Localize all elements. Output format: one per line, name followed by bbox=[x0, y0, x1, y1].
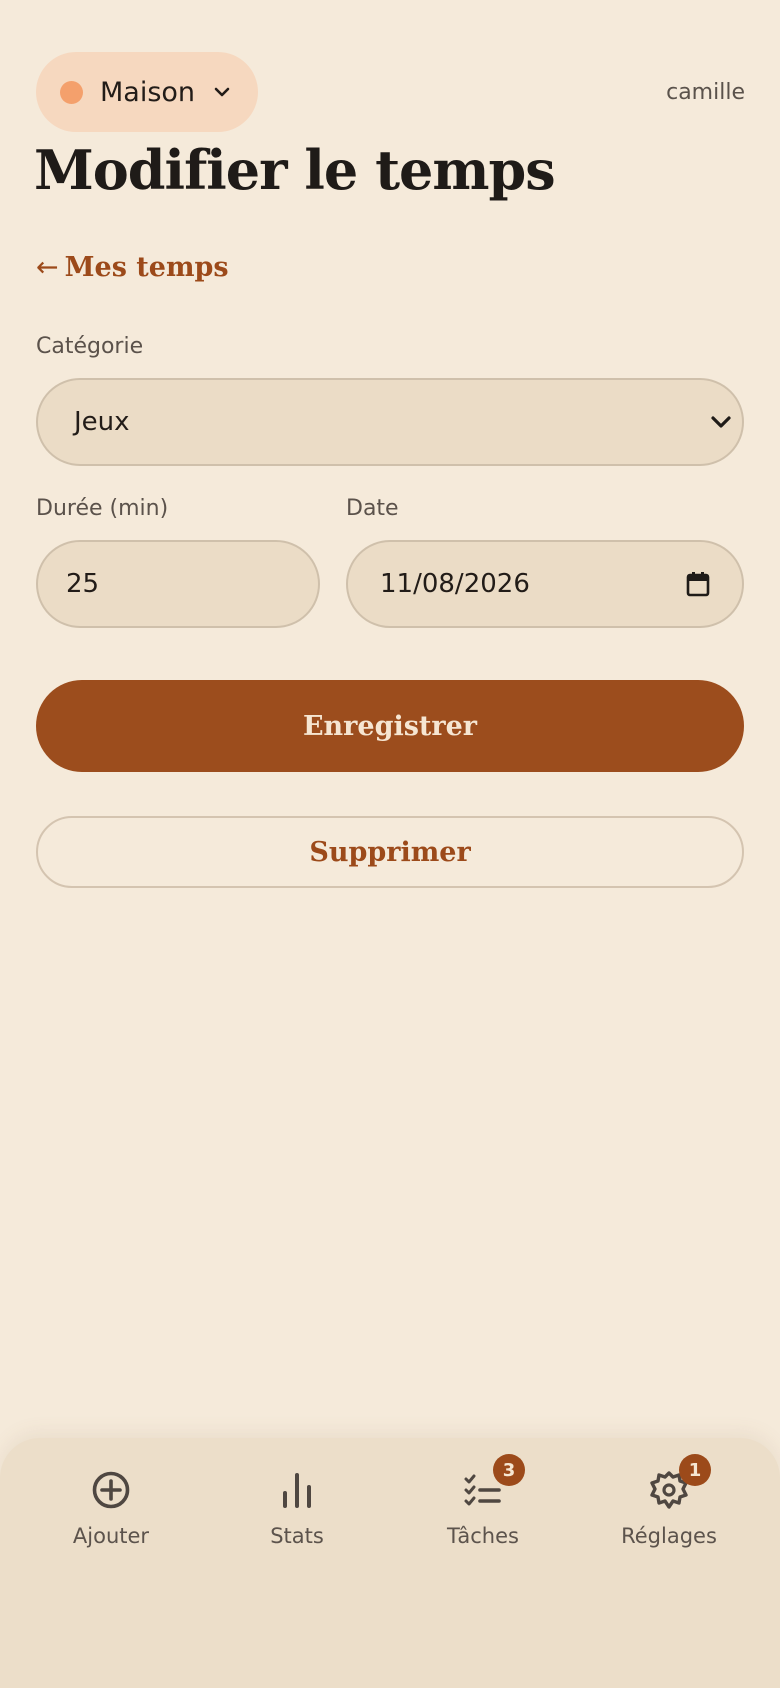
calendar-icon[interactable] bbox=[686, 571, 710, 597]
duration-input[interactable]: 25 bbox=[36, 540, 320, 628]
chevron-down-icon bbox=[710, 415, 732, 429]
date-label: Date bbox=[346, 496, 399, 521]
category-select[interactable]: Jeux bbox=[36, 378, 744, 466]
nav-label-tasks: Tâches bbox=[447, 1524, 519, 1548]
page-title: Modifier le temps bbox=[34, 138, 556, 202]
nav-item-add[interactable]: Ajouter bbox=[18, 1468, 204, 1548]
tasks-badge: 3 bbox=[493, 1454, 525, 1486]
nav-item-settings[interactable]: 1 Réglages bbox=[576, 1454, 762, 1548]
checklist-icon: 3 bbox=[461, 1454, 525, 1512]
back-link-label: Mes temps bbox=[64, 252, 229, 283]
space-name: Maison bbox=[100, 76, 196, 108]
delete-button[interactable]: Supprimer bbox=[36, 816, 744, 888]
space-color-dot bbox=[60, 80, 83, 104]
category-label: Catégorie bbox=[36, 334, 144, 359]
category-value: Jeux bbox=[74, 407, 130, 437]
chevron-down-icon bbox=[213, 86, 231, 98]
duration-label: Durée (min) bbox=[36, 496, 169, 521]
back-link[interactable]: ← Mes temps bbox=[36, 252, 229, 283]
date-value: 11/08/2026 bbox=[380, 569, 530, 599]
nav-label-stats: Stats bbox=[270, 1524, 324, 1548]
header: Maison camille bbox=[36, 52, 745, 132]
plus-circle-icon bbox=[89, 1468, 133, 1512]
username[interactable]: camille bbox=[666, 80, 745, 105]
bar-chart-icon bbox=[275, 1468, 319, 1512]
nav-label-add: Ajouter bbox=[72, 1524, 150, 1548]
nav-label-settings: Réglages bbox=[621, 1524, 717, 1548]
gear-icon: 1 bbox=[647, 1454, 711, 1512]
duration-value: 25 bbox=[66, 569, 100, 599]
nav-item-stats[interactable]: Stats bbox=[204, 1468, 390, 1548]
back-arrow-icon: ← bbox=[36, 252, 59, 283]
bottom-nav: Ajouter Stats 3 Tâches 1 Réglages bbox=[0, 1438, 780, 1688]
nav-item-tasks[interactable]: 3 Tâches bbox=[390, 1454, 576, 1548]
date-input[interactable]: 11/08/2026 bbox=[346, 540, 744, 628]
space-selector[interactable]: Maison bbox=[36, 52, 258, 132]
settings-badge: 1 bbox=[679, 1454, 711, 1486]
save-button[interactable]: Enregistrer bbox=[36, 680, 744, 772]
